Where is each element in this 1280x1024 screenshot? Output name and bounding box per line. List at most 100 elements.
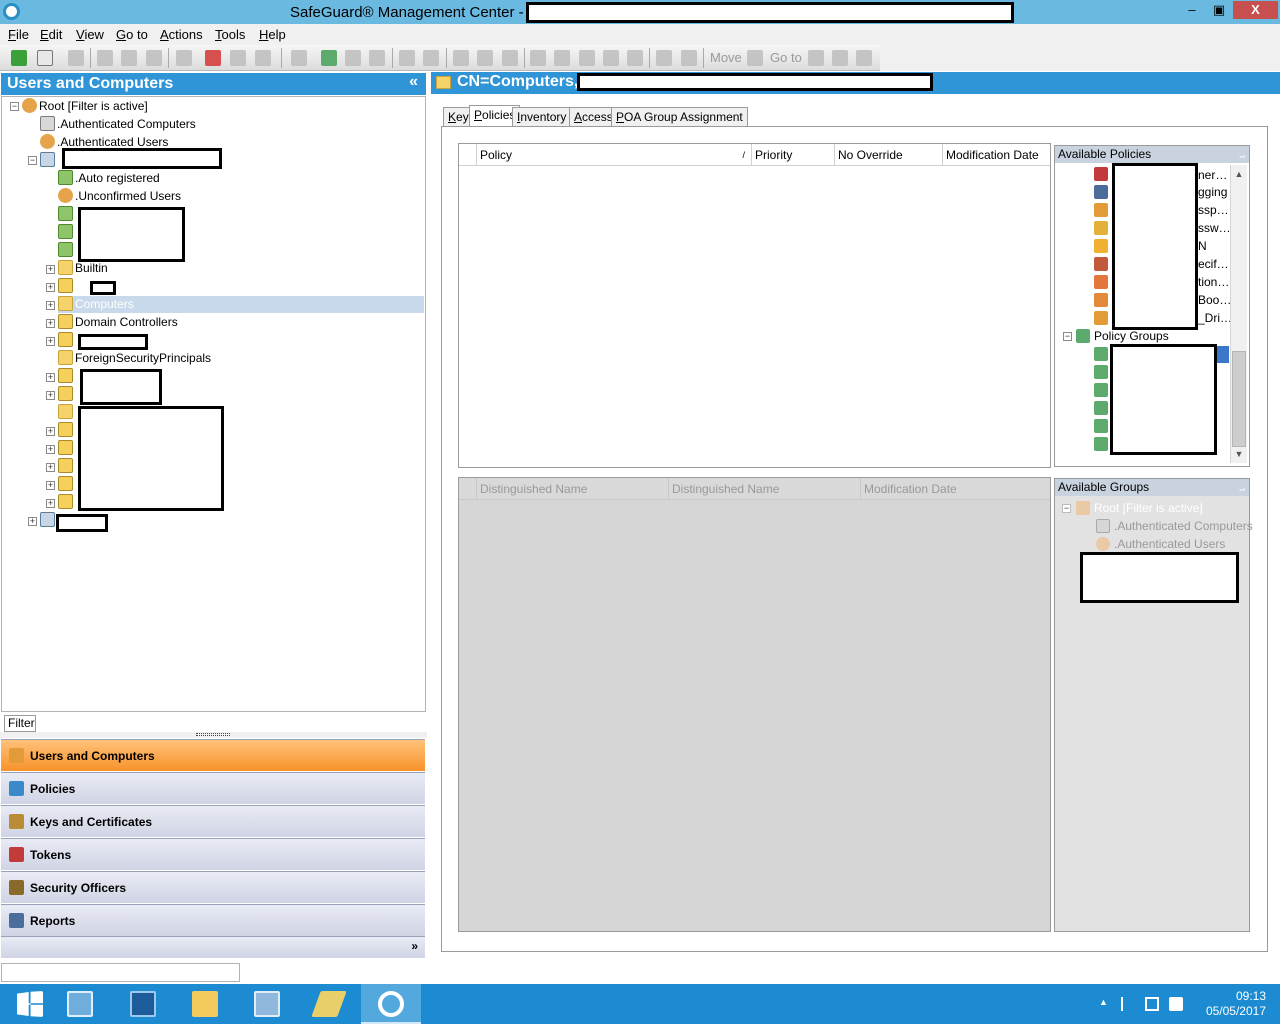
collapse-pane-icon[interactable]: « [409,73,418,91]
menu-view[interactable]: View [76,27,104,42]
tree-item-foreign-security-principals[interactable]: ForeignSecurityPrincipals [58,350,211,367]
show-hidden-icons-icon[interactable]: ▲ [1099,997,1113,1011]
available-policies-scrollbar[interactable]: ▲ ▼ [1230,165,1247,463]
policy-item[interactable]: ssw… [1198,220,1231,237]
tab-inventory[interactable]: Inventory [512,107,572,126]
undo-icon[interactable] [97,50,113,66]
policy-item[interactable]: ssp… [1198,202,1229,219]
doc2-icon[interactable] [554,50,570,66]
delete-icon[interactable] [146,50,162,66]
menu-actions[interactable]: Actions [160,27,203,42]
clock[interactable]: 09:13 05/05/2017 [1196,989,1266,1019]
nav-users-and-computers[interactable]: Users and Computers [1,739,425,771]
officer-icon[interactable] [808,50,824,66]
menu-edit[interactable]: Edit [40,27,62,42]
close-button[interactable]: X [1233,1,1278,19]
nav-more-bar[interactable]: » [1,936,425,958]
column-header-distinguished-name-2[interactable]: Distinguished Name [669,478,861,500]
taskbar-safeguard[interactable] [361,984,421,1024]
nav-reports[interactable]: Reports [1,904,425,936]
assigned-policies-grid[interactable]: Policy / Priority No Override Modificati… [458,143,1051,468]
policy-item[interactable]: N [1198,238,1207,255]
nav-keys-and-certificates[interactable]: Keys and Certificates [1,805,425,837]
view-icon[interactable] [291,50,307,66]
expander-root[interactable]: − [10,102,19,111]
tree-item-ou[interactable] [58,332,75,349]
move-button[interactable]: Move [710,50,742,65]
nav-security-officers[interactable]: Security Officers [1,871,425,903]
menu-goto[interactable]: Go to [116,27,148,42]
groups-auth-computers[interactable]: .Authenticated Computers [1114,518,1253,535]
safeguard-app-icon[interactable] [3,3,20,20]
column-header-priority[interactable]: Priority [752,144,835,166]
expander-ou[interactable]: + [46,391,55,400]
scroll-thumb[interactable] [1232,351,1246,447]
maximize-button[interactable]: ▣ [1205,1,1233,19]
tree-item-group[interactable] [58,224,75,241]
tree-item-unconfirmed-users[interactable]: .Unconfirmed Users [58,188,181,205]
nav-policies[interactable]: Policies [1,772,425,804]
tree-item-ou[interactable] [58,422,75,439]
tab-poa-group-assignment[interactable]: POA Group Assignment [611,107,748,126]
policy-icon[interactable] [321,50,337,66]
redo-icon[interactable] [121,50,137,66]
taskbar-powershell[interactable] [113,984,173,1024]
filter-tab[interactable]: Filter [4,715,36,732]
policy-item[interactable]: _Dri… [1198,310,1232,327]
expander-ou[interactable]: + [46,283,55,292]
column-header-policy[interactable]: Policy / [477,144,752,166]
doc4-icon[interactable] [603,50,619,66]
flag-icon[interactable] [1121,997,1135,1011]
tree-item-ou[interactable] [58,368,75,385]
menu-tools[interactable]: Tools [215,27,245,42]
tree-item-auth-computers[interactable]: .Authenticated Computers [40,116,196,133]
policy-item[interactable]: Boo… [1198,292,1231,309]
column-header-modification-date[interactable]: Modification Date [943,144,1050,166]
cancel-icon[interactable] [681,50,697,66]
tree-item-builtin[interactable]: Builtin [58,260,108,277]
policy-item[interactable]: ecif… [1198,256,1229,273]
expander-computers[interactable]: + [46,301,55,310]
tree-item-ou[interactable] [58,476,75,493]
network-icon[interactable] [1145,997,1159,1011]
nav-more-icon[interactable]: » [411,939,418,953]
key-remove-icon[interactable] [502,50,518,66]
key-icon[interactable] [453,50,469,66]
expander-ou[interactable]: + [46,445,55,454]
tree-item-domain[interactable] [40,152,57,169]
volume-icon[interactable] [1169,997,1183,1011]
remove-icon[interactable] [205,50,221,66]
policy-item[interactable]: gging [1198,184,1227,201]
up-arrow-icon[interactable] [399,50,415,66]
pin-icon[interactable]: ⨼ [1239,480,1245,497]
expander-builtin[interactable]: + [46,265,55,274]
groups-root-node[interactable]: Root [Filter is active] [1094,500,1203,517]
doc5-icon[interactable] [627,50,643,66]
taskbar-control-panel[interactable] [237,984,297,1024]
column-header-distinguished-name[interactable]: Distinguished Name [477,478,669,500]
tree-item-domain-controllers[interactable]: Domain Controllers [58,314,178,331]
tree-item-root[interactable]: Root [Filter is active] [22,98,148,115]
tree-item-folder[interactable] [58,404,75,421]
tree-item-group[interactable] [58,242,75,259]
tree-item-ou[interactable] [58,458,75,475]
scroll-up-icon[interactable]: ▲ [1233,168,1245,180]
doc3-icon[interactable] [579,50,595,66]
down-arrow-icon[interactable] [423,50,439,66]
save-icon[interactable] [68,50,84,66]
officers-icon[interactable] [832,50,848,66]
nav-tokens[interactable]: Tokens [1,838,425,870]
expander-root[interactable]: − [1062,504,1071,513]
taskbar-file-explorer[interactable] [175,984,235,1024]
expander-ou[interactable]: + [46,463,55,472]
key-assign-icon[interactable] [477,50,493,66]
pin-icon[interactable]: ⨼ [1239,147,1245,164]
distinguished-name-grid[interactable]: Distinguished Name Distinguished Name Mo… [458,477,1051,932]
print-preview-icon[interactable] [255,50,271,66]
tree-item-ou[interactable] [58,494,75,511]
officer-group-icon[interactable] [856,50,872,66]
new-icon[interactable] [37,50,53,66]
users-icon[interactable] [369,50,385,66]
taskbar-app[interactable] [299,984,359,1024]
expander-domain[interactable]: + [28,517,37,526]
